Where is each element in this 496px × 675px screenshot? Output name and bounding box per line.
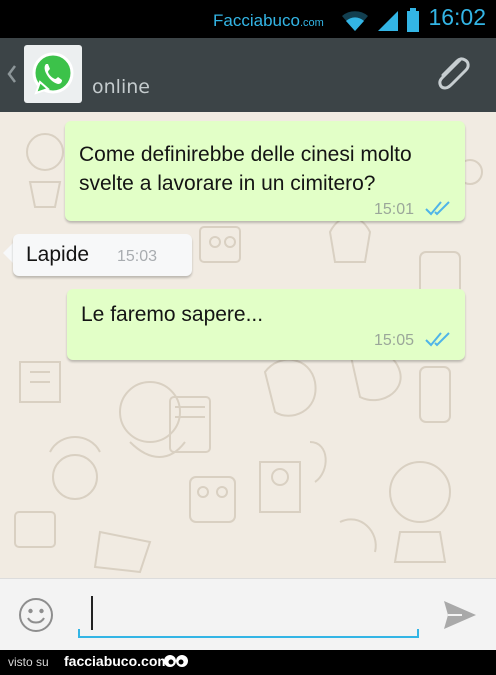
footer-watermark: visto su facciabuco.com: [0, 650, 496, 675]
contact-status[interactable]: online: [92, 76, 150, 98]
wifi-icon: [342, 11, 368, 31]
message-outgoing[interactable]: Come definirebbe delle cinesi molto svel…: [65, 121, 465, 221]
message-time: 15:01: [374, 201, 415, 218]
footer-brand: facciabuco.com: [64, 653, 170, 669]
message-time: 15:03: [117, 248, 158, 265]
message-text: Lapide: [26, 243, 90, 266]
chevron-left-icon[interactable]: [4, 60, 20, 88]
compose-bar: [0, 578, 496, 650]
status-bar: Facciabuco.com 16:02: [0, 0, 496, 38]
conversation[interactable]: Come definirebbe delle cinesi molto svel…: [0, 112, 496, 578]
contact-avatar[interactable]: [24, 45, 82, 103]
text-cursor: [91, 596, 93, 630]
footer-prefix: visto su: [8, 655, 49, 669]
message-incoming[interactable]: Lapide 15:03: [13, 234, 192, 276]
message-text: Come definirebbe delle cinesi molto svel…: [79, 143, 412, 195]
paperclip-icon[interactable]: [430, 52, 474, 96]
whatsapp-icon: [32, 52, 74, 95]
double-check-icon: [425, 201, 450, 216]
input-underline: [78, 629, 419, 638]
message-time: 15:05: [374, 332, 415, 349]
battery-icon: [407, 8, 419, 32]
status-watermark: Facciabuco.com: [213, 11, 324, 30]
smiley-icon[interactable]: [18, 597, 54, 633]
status-icons: [340, 6, 420, 32]
eyes-logo-icon: [164, 655, 188, 667]
send-icon[interactable]: [440, 597, 480, 633]
message-outgoing[interactable]: Le faremo sapere... 15:05: [67, 289, 465, 360]
message-text: Le faremo sapere...: [81, 303, 264, 326]
clock: 16:02: [428, 4, 486, 30]
double-check-icon: [425, 332, 450, 347]
signal-icon: [378, 11, 398, 31]
chat-header: online: [0, 38, 496, 112]
